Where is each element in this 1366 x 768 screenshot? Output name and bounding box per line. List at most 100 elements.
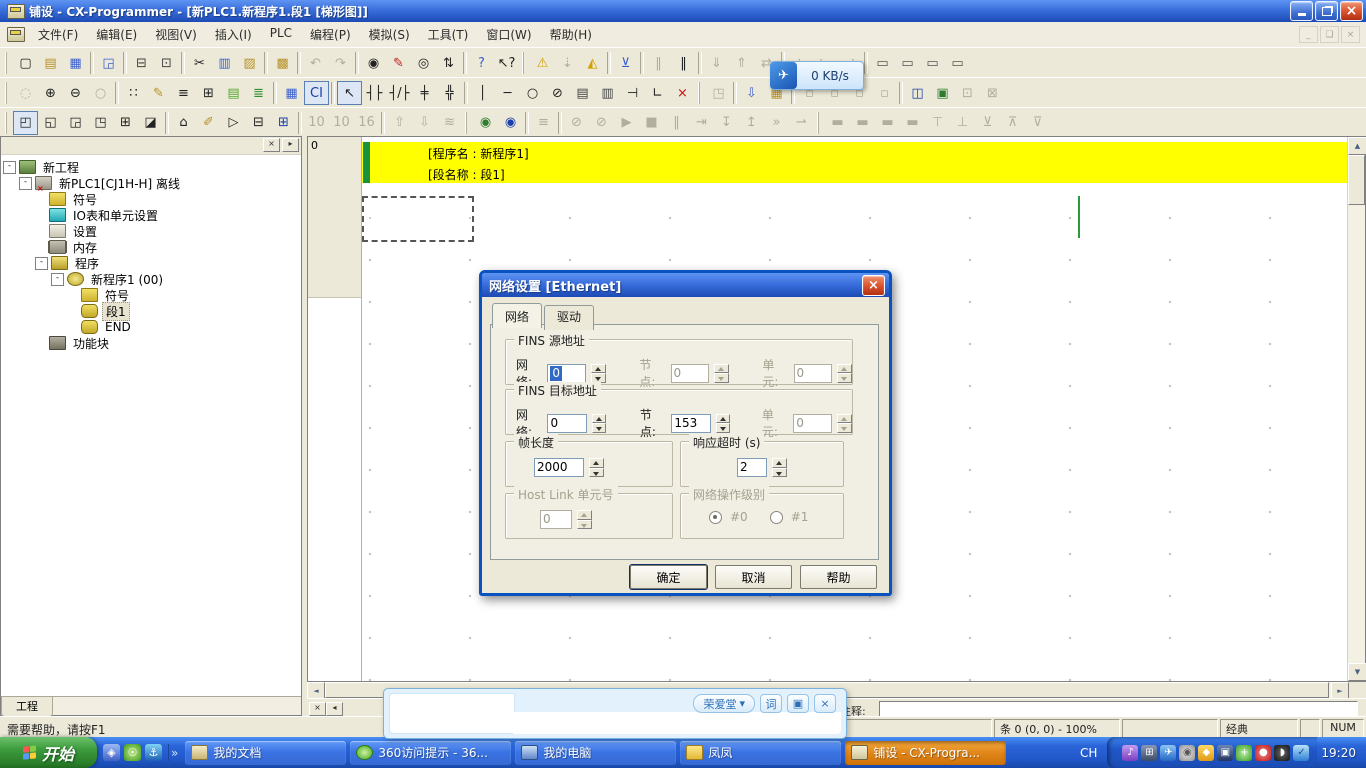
menu-item[interactable]: 编辑(E) <box>87 23 146 46</box>
find-replace-icon[interactable]: ◎ <box>411 51 436 75</box>
io-comment-icon[interactable]: ⊞ <box>196 81 221 105</box>
taskbar-button[interactable]: 我的文档 <box>185 741 346 765</box>
diff-up-icon[interactable]: ⊼ <box>1000 111 1025 135</box>
tree-item[interactable]: END <box>1 319 301 335</box>
tree-item[interactable]: 内存 <box>1 239 301 255</box>
redo-icon[interactable]: ↷ <box>328 51 353 75</box>
watch-window2-icon[interactable]: ⊠ <box>980 81 1005 105</box>
invert-instruction-icon[interactable]: ⊣ <box>620 81 645 105</box>
monitor-hh-icon[interactable]: ▣ <box>930 81 955 105</box>
ok-button[interactable]: 确定 <box>630 565 707 589</box>
paste-icon[interactable]: ▨ <box>237 51 262 75</box>
expand-toggle-icon[interactable] <box>35 338 46 349</box>
rack-view-4-icon[interactable]: ▭ <box>945 51 970 75</box>
cross-reference-icon[interactable]: ◳ <box>88 111 113 135</box>
ime-window-icon[interactable]: ▣ <box>787 694 809 713</box>
expand-toggle-icon[interactable] <box>67 306 78 317</box>
expand-toggle-icon[interactable] <box>35 226 46 237</box>
menu-item[interactable]: 帮助(H) <box>541 23 601 46</box>
sort-icon[interactable]: ⇅ <box>436 51 461 75</box>
save-project-icon[interactable]: ▦ <box>63 51 88 75</box>
tree-item[interactable]: 功能块 <box>1 335 301 351</box>
transfer-to-plc-icon[interactable]: ⇓ <box>704 51 729 75</box>
toggle-watch-window-icon[interactable]: ◲ <box>63 111 88 135</box>
open-project-icon[interactable]: ▤ <box>38 51 63 75</box>
help-button[interactable]: 帮助 <box>800 565 877 589</box>
find-icon[interactable]: ◉ <box>361 51 386 75</box>
continuous-run-icon[interactable]: » <box>764 111 789 135</box>
rung-wrap-icon[interactable]: ▤ <box>221 81 246 105</box>
tree-item[interactable]: 段1 <box>1 303 301 319</box>
language-indicator[interactable]: CH <box>1070 746 1107 760</box>
source-network-spinner[interactable] <box>591 364 606 383</box>
line-connect-icon[interactable]: ∟ <box>645 81 670 105</box>
scroll-down-icon[interactable]: ▼ <box>1348 663 1366 681</box>
tree-item[interactable]: - 新程序1 (00) <box>1 271 301 287</box>
data-trace-icon[interactable]: ⊞ <box>271 111 296 135</box>
coil-nc-icon[interactable]: ⊘ <box>545 81 570 105</box>
restore-button[interactable] <box>1315 1 1338 21</box>
speed-widget[interactable]: ✈ 0 KB/s <box>770 61 864 90</box>
project-tab[interactable]: 工程 <box>1 697 53 717</box>
hex-display-icon[interactable]: 16 <box>354 111 379 135</box>
tree-item[interactable]: - 程序 <box>1 255 301 271</box>
qq-penguin-icon[interactable]: ◗ <box>1274 745 1290 761</box>
force-off-icon[interactable]: ⊥ <box>950 111 975 135</box>
menu-item[interactable]: 编程(P) <box>301 23 360 46</box>
monitor-watch2-icon[interactable]: ◉ <box>498 111 523 135</box>
transfer-from-plc-icon[interactable]: ⇑ <box>729 51 754 75</box>
online-edit-goto-icon[interactable]: ▫ <box>872 81 897 105</box>
online-work-icon[interactable]: ⊻ <box>613 51 638 75</box>
frame-length-spinner[interactable] <box>589 458 604 477</box>
set-value3-icon[interactable]: ▬ <box>875 111 900 135</box>
timeout-spinner[interactable] <box>772 458 787 477</box>
security-dot-icon[interactable]: ● <box>1255 745 1271 761</box>
expand-toggle-icon[interactable] <box>35 242 46 253</box>
paste-attributes-icon[interactable]: ▩ <box>270 51 295 75</box>
start-button[interactable]: 开始 <box>0 737 97 768</box>
input-method-icon[interactable]: ⊞ <box>1141 745 1157 761</box>
menu-item[interactable]: PLC <box>261 23 301 46</box>
select-tool-icon[interactable]: ↖ <box>337 81 362 105</box>
display-icon[interactable]: ▣ <box>1217 745 1233 761</box>
set-value1-icon[interactable]: ▬ <box>825 111 850 135</box>
instruction-palette-icon[interactable]: ⇩ <box>739 81 764 105</box>
edit-comment-icon[interactable]: ◳ <box>706 81 731 105</box>
timeout-input[interactable]: 2 <box>737 458 767 477</box>
scroll-up-icon[interactable]: ▲ <box>1348 137 1366 155</box>
sim-pause-icon[interactable]: ‖ <box>664 111 689 135</box>
taskbar-button[interactable]: 凤凤 <box>680 741 841 765</box>
toggle-project-tree-icon[interactable]: ◰ <box>13 111 38 135</box>
copy-icon[interactable]: ▥ <box>212 51 237 75</box>
new-project-icon[interactable]: ▢ <box>13 51 38 75</box>
force-on-icon[interactable]: ⊤ <box>925 111 950 135</box>
ime-close-icon[interactable]: × <box>814 694 836 713</box>
io-multiview-icon[interactable]: ◫ <box>905 81 930 105</box>
auto-online-icon[interactable]: ⊘ <box>589 111 614 135</box>
signed-decimal-icon[interactable]: 10 <box>329 111 354 135</box>
dest-node-spinner[interactable] <box>716 414 731 433</box>
section-list-icon[interactable]: ▷ <box>221 111 246 135</box>
zoom-fit-icon[interactable]: ○ <box>88 81 113 105</box>
print-icon[interactable]: ⊟ <box>129 51 154 75</box>
panel-pin-icon[interactable]: ▸ <box>282 138 299 152</box>
io-table-icon[interactable]: ⌂ <box>171 111 196 135</box>
tree-item[interactable]: 符号 <box>1 191 301 207</box>
pause-monitor-icon[interactable]: ‖ <box>646 51 671 75</box>
menu-item[interactable]: 文件(F) <box>29 23 87 46</box>
rack-view-3-icon[interactable]: ▭ <box>920 51 945 75</box>
taskbar-button[interactable]: 360访问提示 - 36... <box>350 741 511 765</box>
smart-input-icon[interactable]: ▦ <box>279 81 304 105</box>
diff-monitor-icon[interactable]: ⊻ <box>975 111 1000 135</box>
force-cancel-all-icon[interactable]: ≋ <box>437 111 462 135</box>
dialog-close-icon[interactable]: × <box>862 275 885 296</box>
menu-item[interactable]: 工具(T) <box>419 23 478 46</box>
program-tree-icon[interactable]: ≣ <box>246 81 271 105</box>
step-run-icon[interactable]: ⇥ <box>689 111 714 135</box>
step-out-icon[interactable]: ↥ <box>739 111 764 135</box>
quick-launch-browser-icon[interactable]: ☉ <box>124 744 141 761</box>
taskbar-button[interactable]: 铺设 - CX-Progra... <box>845 741 1006 765</box>
mdi-minimize-icon[interactable]: _ <box>1299 26 1318 43</box>
dest-node-input[interactable]: 153 <box>671 414 710 433</box>
symbol-table-icon[interactable]: ✐ <box>196 111 221 135</box>
